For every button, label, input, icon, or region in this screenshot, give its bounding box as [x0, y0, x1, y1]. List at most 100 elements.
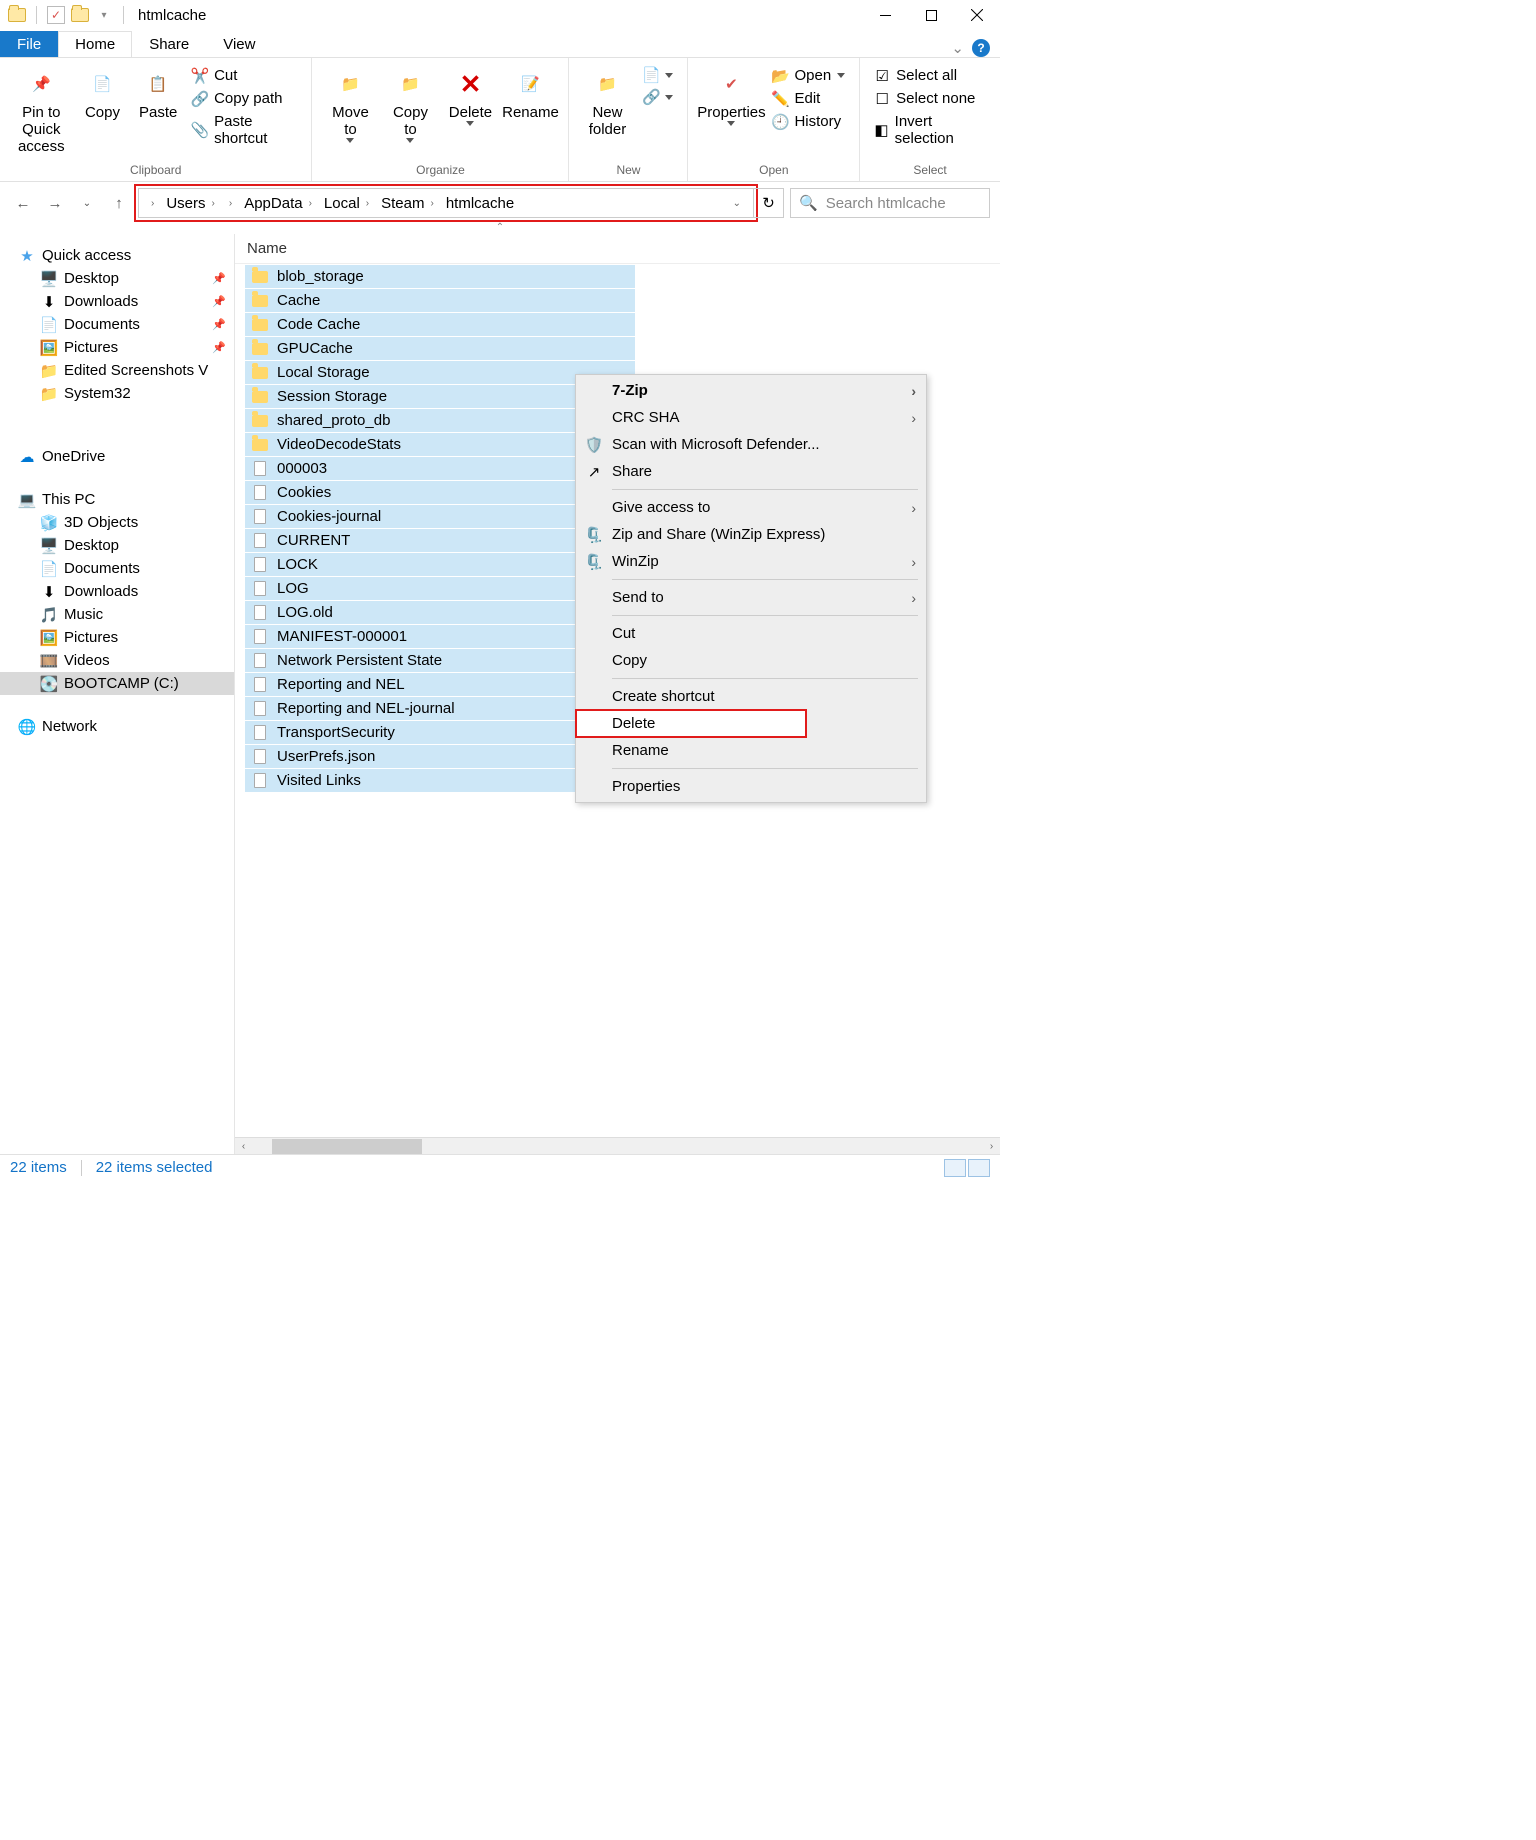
view-large-icons-button[interactable] [968, 1159, 990, 1177]
pin-icon: 📌 [212, 341, 226, 354]
list-item[interactable]: blob_storage [245, 264, 635, 288]
ctx-crcsha[interactable]: CRC SHA› [576, 404, 926, 431]
history-button[interactable]: 🕘History [766, 110, 851, 133]
tree-item[interactable]: ⬇Downloads📌 [0, 290, 234, 313]
tree-item[interactable]: 📄Documents📌 [0, 313, 234, 336]
tree-this-pc[interactable]: 💻This PC [0, 488, 234, 511]
tree-quick-access[interactable]: ★Quick access [0, 244, 234, 267]
ctx-7zip[interactable]: 7-Zip› [576, 377, 926, 404]
help-icon[interactable]: ? [972, 39, 990, 57]
invert-selection-button[interactable]: ◧Invert selection [868, 110, 992, 150]
forward-button[interactable]: → [42, 190, 68, 216]
breadcrumb[interactable]: › Users› › AppData› Local› Steam› htmlca… [138, 188, 754, 218]
list-item[interactable]: Code Cache [245, 312, 635, 336]
ribbon-tabs: File Home Share View ⌄ ? [0, 30, 1000, 58]
network-icon: 🌐 [18, 719, 36, 735]
tree-item[interactable]: 🖥️Desktop [0, 534, 234, 557]
status-selected-count: 22 items selected [96, 1159, 213, 1176]
ctx-share[interactable]: ↗Share [576, 458, 926, 485]
copy-button[interactable]: 📄 Copy [75, 64, 131, 125]
ctx-defender[interactable]: 🛡️Scan with Microsoft Defender... [576, 431, 926, 458]
refresh-button[interactable]: ↻ [754, 188, 784, 218]
horizontal-scrollbar[interactable]: ‹ › [235, 1137, 1000, 1154]
edit-button[interactable]: ✏️Edit [766, 87, 851, 110]
tree-item[interactable]: 🎞️Videos [0, 649, 234, 672]
move-to-button[interactable]: 📁 Move to [320, 64, 380, 147]
list-item[interactable]: Cache [245, 288, 635, 312]
tree-item[interactable]: ⬇Downloads [0, 580, 234, 603]
tree-item[interactable]: 🎵Music [0, 603, 234, 626]
minimize-button[interactable] [862, 0, 908, 30]
file-name: Reporting and NEL [277, 676, 405, 693]
tree-network[interactable]: 🌐Network [0, 715, 234, 738]
qat-dropdown-icon[interactable]: ▾ [95, 6, 113, 24]
list-item[interactable]: GPUCache [245, 336, 635, 360]
breadcrumb-item[interactable]: htmlcache [440, 195, 520, 212]
tree-item[interactable]: 🖥️Desktop📌 [0, 267, 234, 290]
copy-path-icon: 🔗 [192, 91, 208, 107]
file-name: UserPrefs.json [277, 748, 375, 765]
view-details-button[interactable] [944, 1159, 966, 1177]
tree-item[interactable]: 📄Documents [0, 557, 234, 580]
ribbon-group-clipboard: 📌 Pin to Quick access 📄 Copy 📋 Paste ✂️C… [0, 58, 312, 181]
breadcrumb-item[interactable]: Users› [160, 195, 221, 212]
select-all-icon: ☑ [874, 68, 890, 84]
up-button[interactable]: ↑ [106, 190, 132, 216]
file-icon [251, 677, 269, 693]
ctx-copy[interactable]: Copy [576, 647, 926, 674]
paste-button[interactable]: 📋 Paste [130, 64, 186, 125]
file-icon [251, 773, 269, 789]
maximize-button[interactable] [908, 0, 954, 30]
ctx-cut[interactable]: Cut [576, 620, 926, 647]
ctx-zip-share[interactable]: 🗜️Zip and Share (WinZip Express) [576, 521, 926, 548]
breadcrumb-icon[interactable]: › [143, 198, 160, 209]
qat-checkbox-icon[interactable]: ✓ [47, 6, 65, 24]
tree-item[interactable]: 💽BOOTCAMP (C:) [0, 672, 234, 695]
recent-dropdown[interactable]: ⌄ [74, 190, 100, 216]
tree-item[interactable]: 🖼️Pictures📌 [0, 336, 234, 359]
select-all-button[interactable]: ☑Select all [868, 64, 992, 87]
ctx-delete[interactable]: Delete [576, 710, 806, 737]
open-button[interactable]: 📂Open [766, 64, 851, 87]
tab-file[interactable]: File [0, 31, 58, 57]
copy-path-button[interactable]: 🔗Copy path [186, 87, 303, 110]
cut-button[interactable]: ✂️Cut [186, 64, 303, 87]
new-folder-button[interactable]: 📁 New folder [577, 64, 637, 142]
tab-home[interactable]: Home [58, 31, 132, 57]
breadcrumb-item[interactable]: Steam› [375, 195, 440, 212]
delete-button[interactable]: ✕ Delete [440, 64, 500, 130]
ctx-winzip[interactable]: 🗜️WinZip› [576, 548, 926, 575]
ctx-send-to[interactable]: Send to› [576, 584, 926, 611]
pin-quick-access-button[interactable]: 📌 Pin to Quick access [8, 64, 75, 159]
ctx-properties[interactable]: Properties [576, 773, 926, 800]
tab-view[interactable]: View [206, 31, 272, 57]
main-content: ★Quick access 🖥️Desktop📌⬇Downloads📌📄Docu… [0, 234, 1000, 1154]
breadcrumb-item[interactable]: AppData› [238, 195, 318, 212]
easy-access-button[interactable]: 🔗 [637, 86, 679, 108]
tree-item[interactable]: 📁Edited Screenshots V [0, 359, 234, 382]
breadcrumb-dropdown[interactable]: ⌄ [725, 198, 749, 209]
tree-item[interactable]: 🧊3D Objects [0, 511, 234, 534]
tab-share[interactable]: Share [132, 31, 206, 57]
paste-shortcut-button[interactable]: 📎Paste shortcut [186, 110, 303, 150]
search-input[interactable]: 🔍 Search htmlcache [790, 188, 990, 218]
properties-button[interactable]: ✔ Properties [696, 64, 766, 130]
tree-onedrive[interactable]: ☁OneDrive [0, 445, 234, 468]
close-button[interactable] [954, 0, 1000, 30]
ctx-rename[interactable]: Rename [576, 737, 926, 764]
collapse-ribbon-icon[interactable]: ⌄ [951, 39, 964, 57]
column-header-name[interactable]: Name [235, 234, 1000, 264]
new-item-button[interactable]: 📄 [637, 64, 679, 86]
delete-icon: ✕ [454, 68, 486, 100]
rename-button[interactable]: 📝 Rename [500, 64, 560, 125]
back-button[interactable]: ← [10, 190, 36, 216]
tree-item[interactable]: 📁System32 [0, 382, 234, 405]
tree-item[interactable]: 🖼️Pictures [0, 626, 234, 649]
breadcrumb-item[interactable]: Local› [318, 195, 375, 212]
ctx-create-shortcut[interactable]: Create shortcut [576, 683, 926, 710]
ctx-give-access[interactable]: Give access to› [576, 494, 926, 521]
share-icon: ↗ [584, 463, 604, 481]
select-none-button[interactable]: ☐Select none [868, 87, 992, 110]
copy-to-button[interactable]: 📁 Copy to [380, 64, 440, 147]
breadcrumb-item[interactable]: › [221, 198, 238, 209]
